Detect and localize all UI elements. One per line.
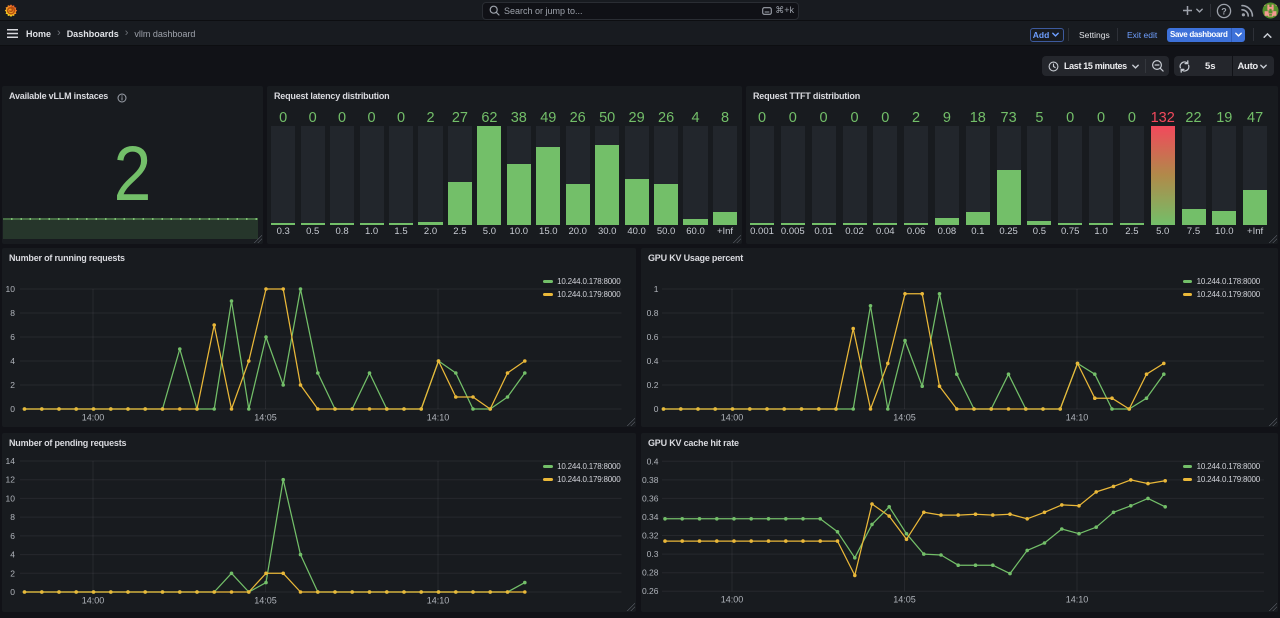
svg-text:14:00: 14:00 (721, 413, 744, 423)
svg-text:0: 0 (10, 404, 15, 414)
svg-text:14:05: 14:05 (893, 413, 916, 423)
svg-text:0.4: 0.4 (647, 456, 659, 466)
svg-text:14:05: 14:05 (254, 596, 277, 606)
svg-text:0.8: 0.8 (647, 308, 659, 318)
svg-text:14:10: 14:10 (427, 413, 450, 423)
svg-text:0.2: 0.2 (647, 380, 659, 390)
svg-text:14:10: 14:10 (1066, 413, 1089, 423)
svg-text:0.4: 0.4 (647, 356, 659, 366)
svg-text:14:00: 14:00 (82, 413, 105, 423)
svg-text:6: 6 (10, 332, 15, 342)
svg-text:8: 8 (10, 308, 15, 318)
svg-text:10: 10 (6, 493, 16, 503)
svg-text:4: 4 (10, 356, 15, 366)
svg-text:14:05: 14:05 (254, 413, 277, 423)
svg-text:14:00: 14:00 (721, 595, 744, 605)
svg-text:6: 6 (10, 531, 15, 541)
svg-text:10: 10 (6, 284, 16, 294)
svg-text:0.28: 0.28 (642, 568, 659, 578)
svg-text:0.36: 0.36 (642, 493, 659, 503)
svg-text:2: 2 (10, 380, 15, 390)
svg-text:2: 2 (10, 568, 15, 578)
svg-text:4: 4 (10, 550, 15, 560)
svg-text:?: ? (1221, 6, 1227, 16)
svg-text:0.26: 0.26 (642, 586, 659, 596)
svg-text:12: 12 (6, 475, 16, 485)
svg-text:0: 0 (654, 404, 659, 414)
svg-text:8: 8 (10, 512, 15, 522)
svg-text:14: 14 (6, 456, 16, 466)
svg-text:14:10: 14:10 (1066, 595, 1089, 605)
svg-text:14:10: 14:10 (427, 596, 450, 606)
svg-text:0.32: 0.32 (642, 531, 659, 541)
svg-text:1: 1 (654, 284, 659, 294)
svg-text:0.3: 0.3 (647, 549, 659, 559)
svg-text:0: 0 (10, 587, 15, 597)
svg-text:14:00: 14:00 (82, 596, 105, 606)
svg-text:0.6: 0.6 (647, 332, 659, 342)
svg-text:0.34: 0.34 (642, 512, 659, 522)
svg-text:0.38: 0.38 (642, 475, 659, 485)
svg-text:14:05: 14:05 (893, 595, 916, 605)
